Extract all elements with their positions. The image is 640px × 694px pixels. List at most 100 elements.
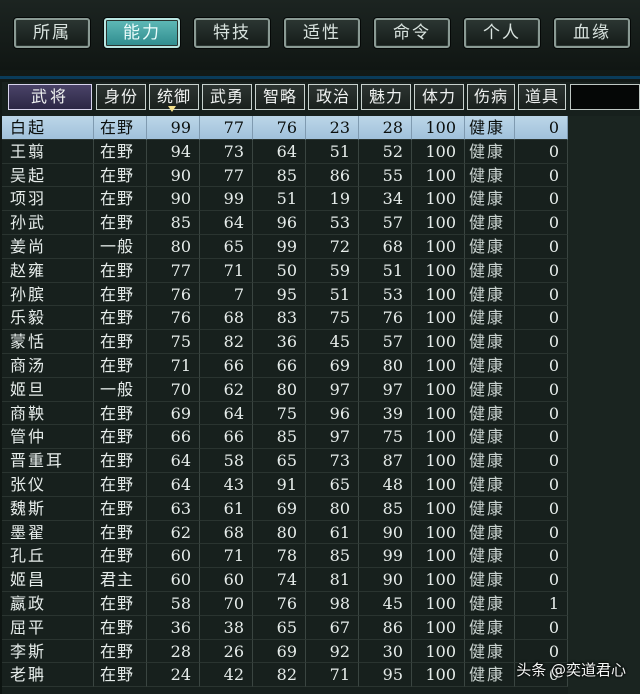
table-row[interactable]: 墨翟 在野 62 68 80 61 90 100 健康 0 bbox=[2, 520, 568, 545]
column-header-intelligence[interactable]: 智略 bbox=[255, 84, 305, 110]
table-row[interactable]: 商鞅 在野 69 64 75 96 39 100 健康 0 bbox=[2, 401, 568, 426]
stamina-value: 100 bbox=[412, 139, 465, 164]
tab-command[interactable]: 命令 bbox=[374, 18, 450, 48]
table-row[interactable]: 姜尚 一般 80 65 99 72 68 100 健康 0 bbox=[2, 234, 568, 259]
tab-special-skills[interactable]: 特技 bbox=[194, 18, 270, 48]
war-value: 43 bbox=[200, 472, 253, 497]
officer-name: 晋重耳 bbox=[2, 449, 94, 473]
table-row[interactable]: 嬴政 在野 58 70 76 98 45 100 健康 1 bbox=[2, 591, 568, 616]
politics-value: 80 bbox=[306, 496, 359, 521]
charisma-value: 76 bbox=[359, 306, 412, 331]
column-header-leadership[interactable]: 统御 bbox=[149, 84, 199, 112]
item-value: 0 bbox=[515, 353, 568, 378]
charisma-value: 99 bbox=[359, 544, 412, 569]
officer-name: 蒙恬 bbox=[2, 330, 94, 354]
table-row[interactable]: 孔丘 在野 60 71 78 85 99 100 健康 0 bbox=[2, 544, 568, 569]
column-header-injury[interactable]: 伤病 bbox=[467, 84, 515, 110]
column-header-charisma[interactable]: 魅力 bbox=[361, 84, 411, 110]
leadership-value: 77 bbox=[147, 258, 200, 283]
stamina-value: 100 bbox=[412, 377, 465, 402]
officer-status: 在野 bbox=[94, 591, 147, 616]
leadership-value: 28 bbox=[147, 639, 200, 664]
politics-value: 92 bbox=[306, 639, 359, 664]
table-row[interactable]: 晋重耳 在野 64 58 65 73 87 100 健康 0 bbox=[2, 449, 568, 473]
table-row[interactable]: 老聃 在野 24 42 82 71 95 100 健康 0 bbox=[2, 663, 568, 688]
tab-affiliation[interactable]: 所属 bbox=[14, 18, 90, 48]
column-header-politics[interactable]: 政治 bbox=[308, 84, 358, 110]
officer-name: 吴起 bbox=[2, 163, 94, 188]
table-row[interactable]: 商汤 在野 71 66 66 69 80 100 健康 0 bbox=[2, 353, 568, 378]
officer-status: 在野 bbox=[94, 187, 147, 212]
officer-status: 在野 bbox=[94, 139, 147, 164]
item-value: 0 bbox=[515, 401, 568, 426]
war-value: 77 bbox=[200, 163, 253, 188]
stamina-value: 100 bbox=[412, 663, 465, 688]
leadership-value: 80 bbox=[147, 234, 200, 259]
table-row[interactable]: 白起 在野 99 77 76 23 28 100 健康 0 bbox=[2, 116, 568, 140]
column-header-stamina[interactable]: 体力 bbox=[414, 84, 464, 110]
tab-bloodline[interactable]: 血缘 bbox=[554, 18, 630, 48]
injury-value: 健康 bbox=[465, 472, 515, 497]
officer-name: 赵雍 bbox=[2, 258, 94, 283]
table-row[interactable]: 屈平 在野 36 38 65 67 86 100 健康 0 bbox=[2, 615, 568, 640]
stamina-value: 100 bbox=[412, 639, 465, 664]
column-header-status[interactable]: 身份 bbox=[96, 84, 146, 110]
table-row[interactable]: 王翦 在野 94 73 64 51 52 100 健康 0 bbox=[2, 139, 568, 164]
table-row[interactable]: 孙武 在野 85 64 96 53 57 100 健康 0 bbox=[2, 211, 568, 235]
table-row[interactable]: 李斯 在野 28 26 69 92 30 100 健康 0 bbox=[2, 639, 568, 664]
injury-value: 健康 bbox=[465, 187, 515, 212]
officer-name: 孔丘 bbox=[2, 544, 94, 569]
charisma-value: 75 bbox=[359, 425, 412, 450]
item-value: 0 bbox=[515, 568, 568, 592]
charisma-value: 34 bbox=[359, 187, 412, 212]
table-row[interactable]: 张仪 在野 64 43 91 65 48 100 健康 0 bbox=[2, 472, 568, 497]
table-header: 武将 身份 统御 武勇 智略 政治 魅力 体力 伤病 道具 bbox=[2, 82, 640, 112]
officer-name: 墨翟 bbox=[2, 520, 94, 545]
table-row[interactable]: 蒙恬 在野 75 82 36 45 57 100 健康 0 bbox=[2, 330, 568, 354]
charisma-value: 86 bbox=[359, 615, 412, 640]
politics-value: 51 bbox=[306, 139, 359, 164]
war-value: 66 bbox=[200, 353, 253, 378]
item-value: 0 bbox=[515, 496, 568, 521]
leadership-value: 64 bbox=[147, 472, 200, 497]
injury-value: 健康 bbox=[465, 639, 515, 664]
table-row[interactable]: 姬旦 一般 70 62 80 97 97 100 健康 0 bbox=[2, 377, 568, 402]
stamina-value: 100 bbox=[412, 496, 465, 521]
leadership-value: 69 bbox=[147, 401, 200, 426]
table-row[interactable]: 管仲 在野 66 66 85 97 75 100 健康 0 bbox=[2, 425, 568, 450]
column-header-officer[interactable]: 武将 bbox=[8, 84, 92, 110]
intelligence-value: 96 bbox=[253, 211, 306, 235]
officer-status: 在野 bbox=[94, 306, 147, 331]
war-value: 82 bbox=[200, 330, 253, 354]
injury-value: 健康 bbox=[465, 425, 515, 450]
item-value: 0 bbox=[515, 234, 568, 259]
war-value: 26 bbox=[200, 639, 253, 664]
politics-value: 59 bbox=[306, 258, 359, 283]
leadership-value: 36 bbox=[147, 615, 200, 640]
officer-status: 在野 bbox=[94, 353, 147, 378]
tab-aptitude[interactable]: 适性 bbox=[284, 18, 360, 48]
stamina-value: 100 bbox=[412, 234, 465, 259]
table-row[interactable]: 魏斯 在野 63 61 69 80 85 100 健康 0 bbox=[2, 496, 568, 521]
intelligence-value: 91 bbox=[253, 472, 306, 497]
table-row[interactable]: 项羽 在野 90 99 51 19 34 100 健康 0 bbox=[2, 187, 568, 212]
column-header-item[interactable]: 道具 bbox=[518, 84, 566, 110]
injury-value: 健康 bbox=[465, 258, 515, 283]
intelligence-value: 80 bbox=[253, 520, 306, 545]
war-value: 61 bbox=[200, 496, 253, 521]
table-row[interactable]: 赵雍 在野 77 71 50 59 51 100 健康 0 bbox=[2, 258, 568, 283]
table-row[interactable]: 吴起 在野 90 77 85 86 55 100 健康 0 bbox=[2, 163, 568, 188]
tab-personal[interactable]: 个人 bbox=[464, 18, 540, 48]
column-header-war[interactable]: 武勇 bbox=[202, 84, 252, 110]
charisma-value: 80 bbox=[359, 353, 412, 378]
tab-ability[interactable]: 能力 bbox=[104, 18, 180, 48]
injury-value: 健康 bbox=[465, 496, 515, 521]
table-row[interactable]: 孙膑 在野 76 7 95 51 53 100 健康 0 bbox=[2, 282, 568, 307]
politics-value: 85 bbox=[306, 544, 359, 569]
stamina-value: 100 bbox=[412, 568, 465, 592]
table-row[interactable]: 乐毅 在野 76 68 83 75 76 100 健康 0 bbox=[2, 306, 568, 331]
war-value: 7 bbox=[200, 282, 253, 307]
politics-value: 98 bbox=[306, 591, 359, 616]
war-value: 65 bbox=[200, 234, 253, 259]
table-row[interactable]: 姬昌 君主 60 60 74 81 90 100 健康 0 bbox=[2, 568, 568, 592]
